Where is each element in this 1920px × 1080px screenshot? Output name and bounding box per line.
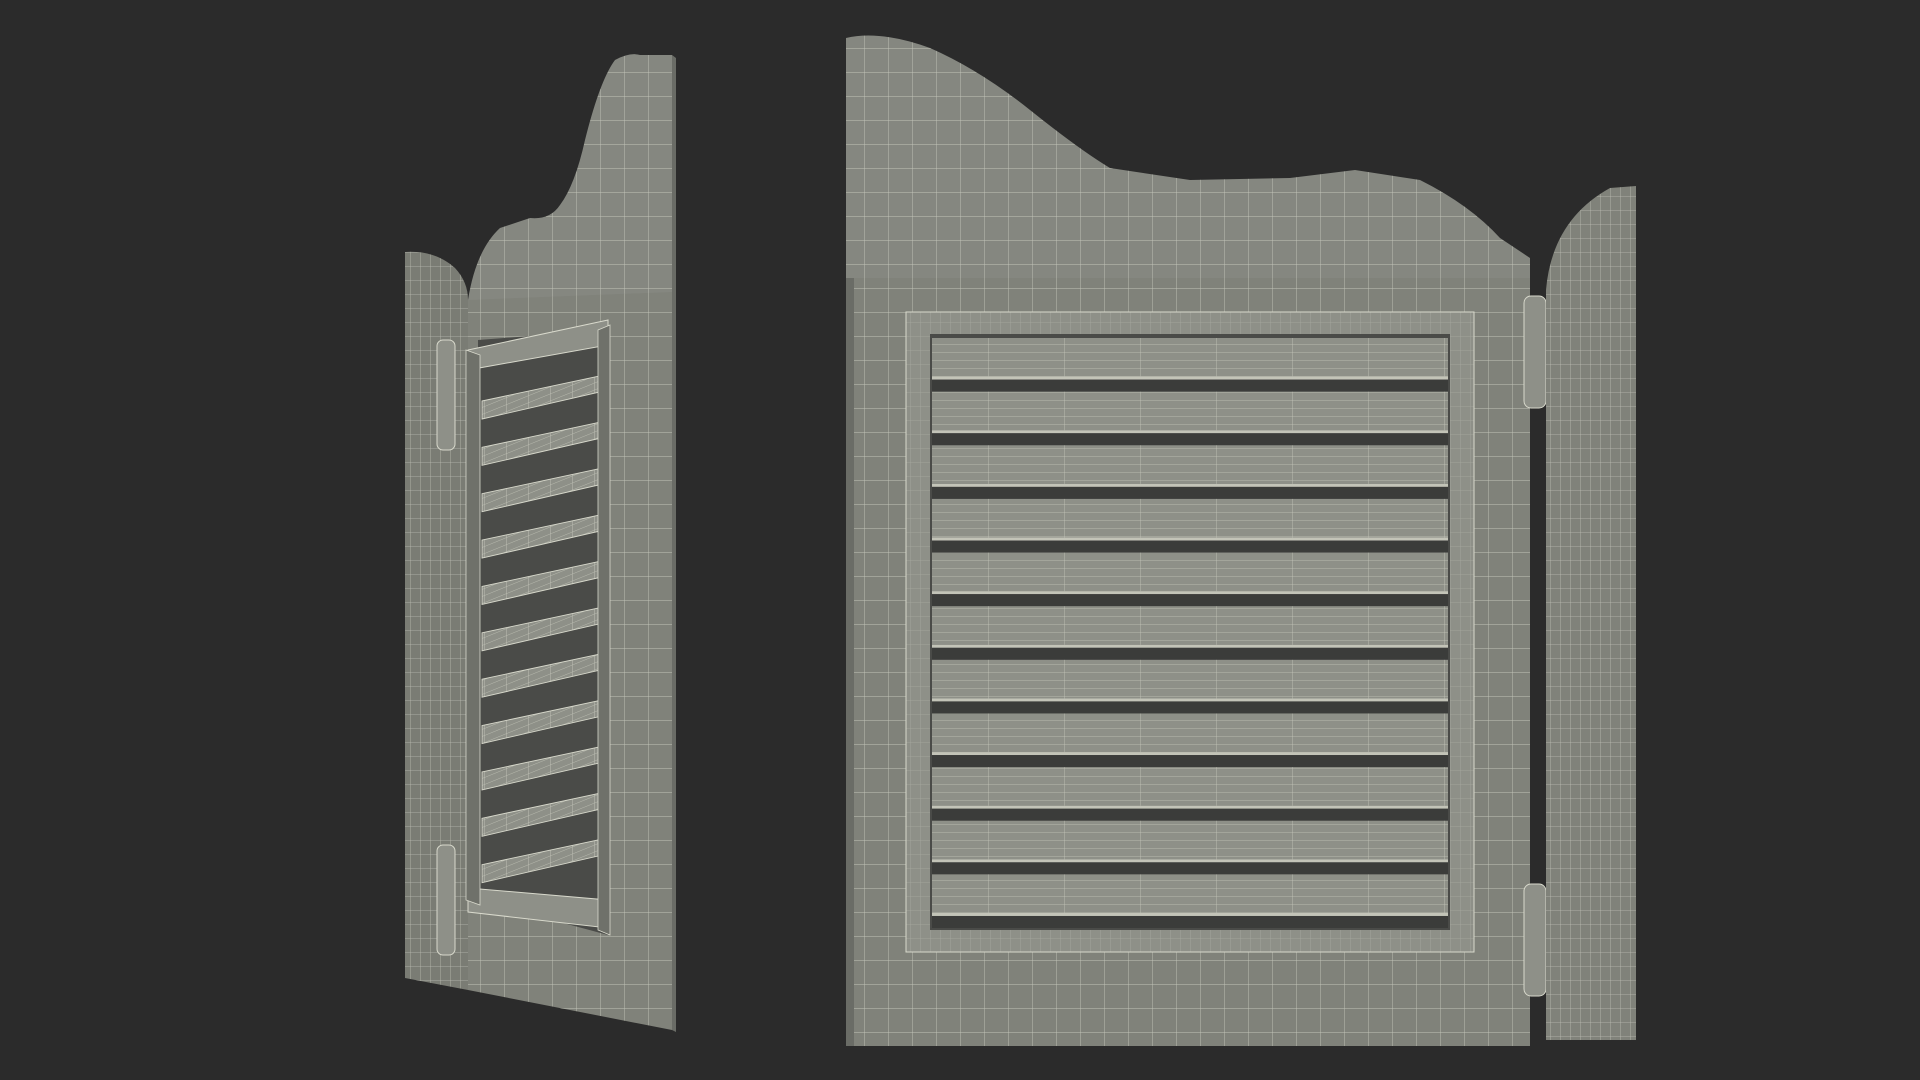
louver-slat-edge <box>932 698 1448 702</box>
front-top-crest <box>846 35 1530 281</box>
side-hinge-bottom <box>436 844 456 956</box>
louver-slat-wire <box>932 445 1448 484</box>
front-side-post <box>1546 186 1636 1040</box>
louver-slat-shadow <box>932 862 1448 875</box>
side-view <box>405 54 676 1032</box>
wireframe-render <box>405 35 1636 1046</box>
louver-slat-edge <box>932 644 1448 648</box>
louver-slat-shadow <box>932 701 1448 714</box>
render-viewport <box>0 0 1920 1080</box>
louver-slat-wire <box>932 659 1448 699</box>
louver-slat-edge <box>932 859 1448 863</box>
louver-slat-edge <box>932 752 1448 756</box>
louver-slat-shadow <box>932 755 1448 768</box>
louver-slat-edge <box>932 805 1448 809</box>
louver-slat-wire <box>932 874 1448 913</box>
side-hinge-top <box>436 339 456 451</box>
louver-slat-wire <box>932 391 1448 431</box>
louver-slat-wire <box>932 338 1448 377</box>
louver-slat-edge <box>932 430 1448 434</box>
louver-slat-shadow <box>932 540 1448 553</box>
louver-slat-wire <box>932 606 1448 645</box>
louver-slat-edge <box>932 376 1448 380</box>
front-hinge-bottom <box>1523 883 1547 997</box>
front-hinge-top <box>1523 295 1547 409</box>
louver-slat-edge <box>932 537 1448 541</box>
louver-slat-wire <box>932 498 1448 538</box>
side-top-crest <box>468 54 672 300</box>
front-louvers <box>932 338 1448 928</box>
louver-slat-shadow <box>932 594 1448 607</box>
louver-slat-wire <box>932 713 1448 753</box>
louver-slat-shadow <box>932 379 1448 392</box>
louver-slat-shadow <box>932 433 1448 446</box>
louver-slat-edge <box>932 591 1448 595</box>
louver-slat-wire <box>932 820 1448 860</box>
louver-slat-edge <box>932 483 1448 487</box>
louver-slat-shadow <box>932 808 1448 821</box>
louver-slat-shadow <box>932 486 1448 499</box>
louver-slat-shadow <box>932 915 1448 928</box>
louver-slat-wire <box>932 552 1448 592</box>
louver-slat-edge <box>932 912 1448 916</box>
side-louver-panel <box>465 319 611 936</box>
louver-slat-wire <box>932 767 1448 806</box>
front-view <box>846 35 1636 1046</box>
louver-slat-shadow <box>932 647 1448 660</box>
